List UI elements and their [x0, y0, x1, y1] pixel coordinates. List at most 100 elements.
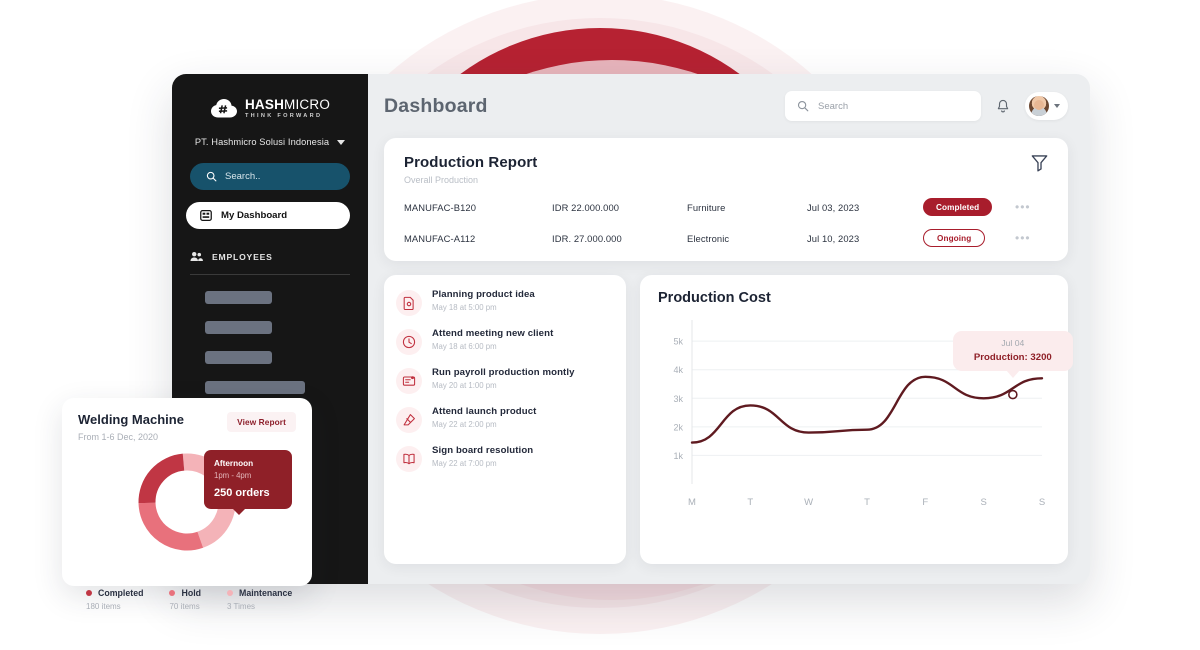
- report-code: MANUFAC-A112: [404, 232, 476, 244]
- y-axis-tick: 5k: [673, 337, 683, 347]
- task-text: Run payroll production montly May 20 at 1…: [432, 367, 575, 390]
- legend-label: Completed: [98, 588, 144, 598]
- welding-machine-titles: Welding Machine From 1-6 Dec, 2020: [78, 412, 184, 442]
- chart-tooltip-arrow: [1005, 369, 1020, 378]
- legend-item: Hold 70 items: [169, 588, 201, 611]
- legend-item-top: Maintenance: [227, 588, 292, 598]
- production-report-subtitle: Overall Production: [404, 175, 479, 185]
- filter-icon: [1031, 155, 1048, 172]
- y-axis-tick: 2k: [673, 422, 683, 432]
- table-row: MANUFAC-B120 IDR 22.000.000 Furniture Jul 0…: [404, 198, 1048, 216]
- task-title: Run payroll production montly: [432, 367, 575, 378]
- chevron-down-icon: [337, 139, 346, 145]
- more-options-icon[interactable]: •••: [1015, 232, 1031, 244]
- legend-color-dot: [169, 590, 176, 596]
- chart-title: Production Cost: [658, 290, 771, 306]
- task-time: May 20 at 1:00 pm: [432, 381, 497, 390]
- welding-machine-header: Welding Machine From 1-6 Dec, 2020 View …: [78, 412, 296, 442]
- production-report-title: Production Report: [404, 154, 538, 171]
- production-report-header: Production Report Overall Production: [404, 154, 1048, 185]
- payroll-card-icon: [396, 368, 422, 394]
- notifications-button[interactable]: [993, 96, 1013, 116]
- filter-button[interactable]: [1031, 154, 1048, 177]
- report-date: Jul 03, 2023: [807, 201, 860, 213]
- legend-label: Hold: [181, 588, 202, 598]
- x-axis-tick: M: [688, 497, 696, 508]
- production-report-rows: MANUFAC-B120 IDR 22.000.000 Furniture Jul 0…: [404, 198, 1048, 247]
- production-report-card: Production Report Overall Production MAN…: [384, 138, 1068, 261]
- chart-data-point-marker[interactable]: [1008, 389, 1018, 400]
- company-selector[interactable]: PT. Hashmicro Solusi Indonesia: [172, 137, 368, 147]
- tasks-card: Planning product idea May 18 at 5:00 pm At…: [384, 275, 626, 564]
- table-row: MANUFAC-A112 IDR. 27.000.000 Electronic Jul…: [404, 229, 1048, 247]
- legend-item: Maintenance 3 Times: [227, 588, 292, 611]
- search-input[interactable]: Search: [785, 91, 981, 121]
- legend-item: Completed 180 items: [86, 588, 143, 611]
- open-book-icon: [396, 446, 422, 472]
- file-document-icon: [396, 290, 422, 316]
- sidebar-placeholder-item: [205, 321, 272, 335]
- status-badge[interactable]: Ongoing: [923, 229, 986, 247]
- search-placeholder: Search: [818, 100, 849, 112]
- donut-segment[interactable]: [138, 453, 185, 504]
- production-cost-card: Production Cost 1k 2k 3k 4k 5k M T W T F S S Jul 04 P…: [640, 275, 1073, 564]
- list-item[interactable]: Run payroll production montly May 20 at 1…: [396, 367, 612, 394]
- sidebar-item-label: My Dashboard: [221, 210, 288, 222]
- legend-item-top: Completed: [86, 588, 143, 598]
- welding-machine-subtitle: From 1-6 Dec, 2020: [78, 432, 159, 442]
- chevron-down-icon: [1054, 104, 1060, 108]
- employees-icon: [190, 252, 203, 262]
- chart-tooltip-date: Jul 04: [1001, 337, 1025, 348]
- welding-tooltip-value: 250 orders: [214, 487, 270, 499]
- task-list: Planning product idea May 18 at 5:00 pm At…: [396, 289, 612, 472]
- report-amount: IDR. 27.000.000: [552, 232, 622, 244]
- legend-item-top: Hold: [169, 588, 201, 598]
- legend-color-dot: [227, 590, 234, 596]
- list-item[interactable]: Planning product idea May 18 at 5:00 pm: [396, 289, 612, 316]
- welding-machine-title: Welding Machine: [78, 412, 184, 427]
- chart-tooltip: Jul 04 Production: 3200: [952, 330, 1073, 378]
- task-time: May 22 at 2:00 pm: [432, 420, 497, 429]
- page-title: Dashboard: [384, 94, 488, 117]
- search-icon: [797, 100, 809, 112]
- chart-tooltip-value: Production: 3200: [973, 351, 1052, 363]
- sidebar-search-input[interactable]: Search..: [190, 163, 350, 191]
- x-axis-tick: W: [804, 497, 813, 508]
- main-area: Dashboard Search Production Report Overa…: [368, 74, 1090, 584]
- task-time: May 18 at 5:00 pm: [432, 303, 497, 312]
- list-item[interactable]: Attend meeting new client May 18 at 6:00 …: [396, 328, 612, 355]
- donut-segment[interactable]: [138, 502, 204, 551]
- list-item[interactable]: Sign board resolution May 22 at 7:00 pm: [396, 445, 612, 472]
- list-item[interactable]: Attend launch product May 22 at 2:00 pm: [396, 406, 612, 433]
- user-menu-button[interactable]: [1025, 92, 1068, 120]
- brand-name: HASHMICRO: [244, 97, 331, 112]
- content-area: Production Report Overall Production MAN…: [368, 138, 1090, 584]
- x-axis-tick: S: [980, 497, 986, 508]
- sidebar-placeholder-item: [205, 291, 272, 305]
- dashboard-icon: [200, 210, 212, 222]
- status-cell: Ongoing: [923, 229, 1015, 247]
- status-badge[interactable]: Completed: [923, 198, 993, 216]
- bell-icon: [997, 99, 1009, 112]
- more-options-icon[interactable]: •••: [1015, 201, 1031, 213]
- cloud-hash-icon: [210, 98, 238, 119]
- view-report-button[interactable]: View Report: [227, 412, 296, 432]
- welding-tooltip-range: 1pm - 4pm: [214, 471, 252, 480]
- sidebar-item-my-dashboard[interactable]: My Dashboard: [186, 202, 350, 230]
- eraser-icon: [396, 407, 422, 433]
- y-axis-tick: 4k: [673, 365, 683, 375]
- sidebar-section-label: EMPLOYEES: [212, 251, 273, 262]
- y-axis-tick: 3k: [673, 394, 683, 404]
- legend-color-dot: [86, 590, 92, 596]
- x-axis-tick: F: [922, 497, 928, 508]
- task-text: Attend launch product May 22 at 2:00 pm: [432, 406, 536, 429]
- sidebar-section-employees[interactable]: EMPLOYEES: [190, 251, 350, 276]
- y-axis-tick: 1k: [673, 451, 683, 461]
- report-category: Furniture: [687, 201, 726, 213]
- task-title: Planning product idea: [432, 289, 535, 300]
- report-date: Jul 10, 2023: [807, 232, 860, 244]
- task-title: Attend launch product: [432, 406, 537, 417]
- brand-tagline: THINK FORWARD: [244, 112, 323, 119]
- brand-logo: HASHMICRO THINK FORWARD: [172, 92, 368, 119]
- company-name: PT. Hashmicro Solusi Indonesia: [194, 137, 330, 148]
